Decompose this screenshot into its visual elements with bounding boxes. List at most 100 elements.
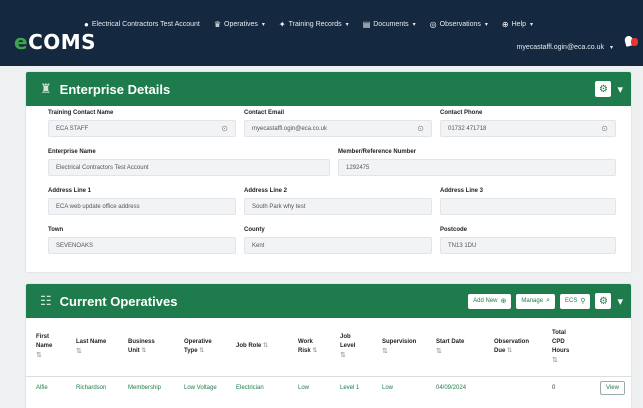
ecoms-logo[interactable]: eCOMS <box>14 30 96 54</box>
collapse-chevron-icon[interactable]: ▾ <box>617 295 623 308</box>
eye-icon: ◎ <box>429 20 437 29</box>
col-operative-type[interactable]: Operative Type ⇅ <box>174 318 226 377</box>
nav-documents[interactable]: ▤ Documents ▾ <box>363 20 416 29</box>
town-field: Town SEVENOAKS <box>48 227 236 254</box>
sort-icon[interactable]: ⇅ <box>141 348 146 354</box>
sync-icon: ⚲ <box>580 298 586 305</box>
manage-button[interactable]: Manage ⌕ <box>516 293 555 309</box>
nav-observations[interactable]: ◎ Observations ▾ <box>430 20 488 29</box>
table-header-row: First Name ⇅ Last Name ⇅ Business Unit ⇅ Ope… <box>26 318 631 377</box>
document-icon: ▤ <box>362 20 371 29</box>
cell-operative-type: Low Voltage <box>184 385 217 392</box>
field-label: Enterprise Name <box>48 149 96 155</box>
sort-icon[interactable]: ⇅ <box>199 348 204 354</box>
sort-icon[interactable]: ⇅ <box>436 347 480 356</box>
help-icon: ⊕ <box>501 20 509 29</box>
col-observation-due[interactable]: Observation Due ⇅ <box>484 318 542 377</box>
notification-badge <box>631 38 638 46</box>
enterprise-icon: ♜ <box>40 81 52 96</box>
search-icon: ⌕ <box>546 297 550 304</box>
nav-help-label: Help <box>511 21 527 28</box>
user-email: myecastaffl.ogin@eca.co.uk <box>516 44 605 51</box>
nav-documents-label: Documents <box>373 21 409 28</box>
member-reference-input[interactable]: 1292475 <box>338 159 616 176</box>
table-row[interactable]: Alfie Richardson Membership Low Voltage … <box>26 376 631 400</box>
user-menu[interactable]: myecastaffl.ogin@eca.co.uk ▾ <box>517 44 614 51</box>
collapse-chevron-icon[interactable]: ▾ <box>617 83 623 96</box>
field-label: Town <box>48 227 64 233</box>
col-actions <box>590 318 631 377</box>
settings-button[interactable]: ⚙ <box>595 293 612 309</box>
nav-training-records-label: Training Records <box>288 21 342 28</box>
cell-work-risk: Low <box>298 385 310 392</box>
field-label: Contact Phone <box>440 110 483 116</box>
current-operatives-card: ☷ Current Operatives Add New ⊕ Manage ⌕ EC… <box>26 284 631 408</box>
plus-icon: ⊕ <box>500 298 507 305</box>
sort-icon[interactable]: ⇅ <box>36 351 62 360</box>
training-contact-name-field: Training Contact Name ECA STAFF ⊙ <box>48 110 236 137</box>
col-first-name[interactable]: First Name ⇅ <box>26 318 66 377</box>
contact-phone-field: Contact Phone 01732 471718 ⊙ <box>440 110 616 137</box>
operatives-table: First Name ⇅ Last Name ⇅ Business Unit ⇅ Ope… <box>26 318 631 400</box>
users-icon: ☷ <box>40 293 52 308</box>
settings-button[interactable]: ⚙ <box>595 81 612 97</box>
view-button[interactable]: View <box>600 381 625 396</box>
address-line-1-input[interactable]: ECA web update office address <box>48 198 236 215</box>
sort-icon[interactable]: ⇅ <box>340 351 368 360</box>
col-job-role[interactable]: Job Role ⇅ <box>226 318 288 377</box>
nav-account[interactable]: ● Electrical Contractors Test Account <box>84 20 200 29</box>
sort-icon[interactable]: ⇅ <box>76 347 114 356</box>
current-operatives-title: Current Operatives <box>59 293 178 309</box>
col-work-risk[interactable]: Work Risk ⇅ <box>288 318 330 377</box>
col-job-level[interactable]: Job Level ⇅ <box>330 318 372 377</box>
sort-icon[interactable]: ⇅ <box>382 347 422 356</box>
county-input[interactable]: Kent <box>244 237 432 254</box>
sort-icon[interactable]: ⇅ <box>552 356 586 365</box>
sort-icon[interactable]: ⇅ <box>263 343 268 349</box>
sort-icon[interactable]: ⇅ <box>507 348 512 354</box>
nav-help[interactable]: ⊕ Help ▾ <box>502 20 533 29</box>
col-supervision[interactable]: Supervision ⇅ <box>372 318 426 377</box>
nav-operatives-label: Operatives <box>224 21 258 28</box>
ecs-button[interactable]: ECS ⚲ <box>559 293 591 309</box>
cell-supervision: Low <box>382 385 394 392</box>
postcode-field: Postcode TN13 1DU <box>440 227 616 254</box>
current-operatives-header: ☷ Current Operatives Add New ⊕ Manage ⌕ EC… <box>26 284 631 318</box>
contact-phone-input[interactable]: 01732 471718 ⊙ <box>440 120 616 137</box>
col-business-unit[interactable]: Business Unit ⇅ <box>118 318 174 377</box>
member-reference-field: Member/Reference Number 1292475 <box>338 149 616 176</box>
nav-training-records[interactable]: ✦ Training Records ▾ <box>279 20 349 29</box>
gear-icon: ⚙ <box>598 83 608 95</box>
add-new-button[interactable]: Add New ⊕ <box>468 293 512 309</box>
copy-icon[interactable]: ⊙ <box>221 124 228 133</box>
cell-last-name[interactable]: Richardson <box>66 376 118 400</box>
postcode-input[interactable]: TN13 1DU <box>440 237 616 254</box>
building-icon: ● <box>84 20 89 29</box>
address-line-3-input[interactable] <box>440 198 616 215</box>
enterprise-name-input[interactable]: Electrical Contractors Test Account <box>48 159 330 176</box>
address-line-1-field: Address Line 1 ECA web update office add… <box>48 188 236 215</box>
col-last-name[interactable]: Last Name ⇅ <box>66 318 118 377</box>
col-total-cpd-hours[interactable]: Total CPD Hours ⇅ <box>542 318 590 377</box>
field-label: Member/Reference Number <box>338 149 417 155</box>
copy-icon[interactable]: ⊙ <box>601 124 608 133</box>
top-navbar: eCOMS ● Electrical Contractors Test Acco… <box>0 0 643 66</box>
field-label: Postcode <box>440 227 468 233</box>
notification-bell-icon[interactable] <box>623 35 639 48</box>
address-line-2-input[interactable]: South Park why test <box>244 198 432 215</box>
field-label: County <box>244 227 265 233</box>
sort-icon[interactable]: ⇅ <box>312 348 317 354</box>
chevron-down-icon: ▾ <box>345 22 349 28</box>
copy-icon[interactable]: ⊙ <box>417 124 424 133</box>
field-label: Address Line 2 <box>244 188 288 194</box>
training-contact-name-input[interactable]: ECA STAFF ⊙ <box>48 120 236 137</box>
nav-operatives[interactable]: ♛ Operatives ▾ <box>214 20 265 29</box>
enterprise-details-title: Enterprise Details <box>59 81 171 97</box>
cell-job-level: Level 1 <box>340 385 360 392</box>
field-label: Address Line 1 <box>48 188 92 194</box>
cell-first-name[interactable]: Alfie <box>26 376 66 400</box>
town-input[interactable]: SEVENOAKS <box>48 237 236 254</box>
col-start-date[interactable]: Start Date ⇅ <box>426 318 484 377</box>
contact-email-input[interactable]: myecastaffl.ogin@eca.co.uk ⊙ <box>244 120 432 137</box>
nav-observations-label: Observations <box>439 21 481 28</box>
